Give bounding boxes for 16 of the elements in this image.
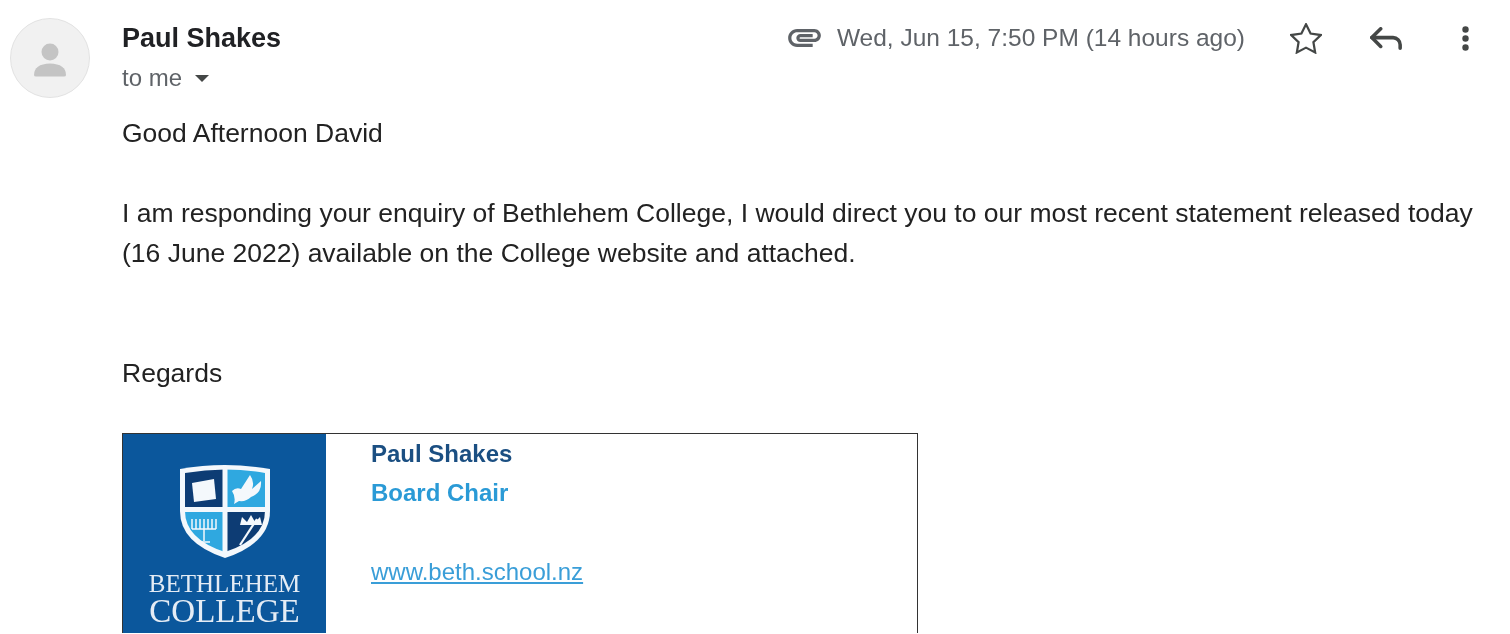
signature-name: Paul Shakes [371,440,513,468]
signature-title: Board Chair [371,479,509,507]
logo-text: COLLEGE [149,597,300,625]
message-date: Wed, Jun 15, 7:50 PM (14 hours ago) [836,23,1245,53]
closing-text: Regards [122,357,224,390]
paperclip-icon [787,29,821,47]
reply-icon[interactable] [1370,26,1402,50]
message-text: I am responding your enquiry of Bethlehem College, I would direct you to our most recent statement released today (16 June 2022) available on the College website and attached. [122,197,1474,270]
greeting-text: Good Afternoon David [122,117,384,150]
recipient-dropdown[interactable]: to me [122,63,210,93]
caret-icon [195,74,210,82]
sender-name: Paul Shakes [122,22,282,54]
star-icon[interactable] [1290,22,1322,54]
logo-text: BETHLEHEM [148,571,301,597]
avatar-icon [10,18,90,98]
more-vertical-icon[interactable] [1462,25,1469,51]
